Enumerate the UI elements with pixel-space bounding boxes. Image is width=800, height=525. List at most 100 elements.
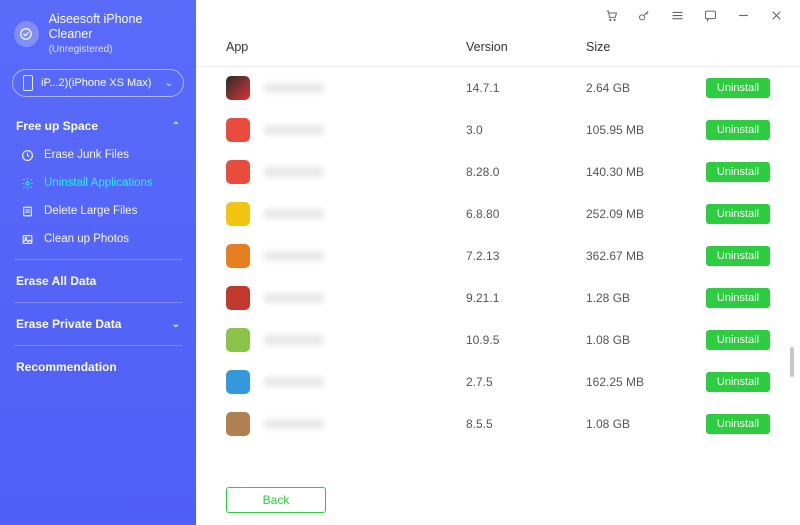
cell-version: 6.8.80 bbox=[466, 207, 586, 221]
cell-version: 10.9.5 bbox=[466, 333, 586, 347]
nav-section-label: Free up Space bbox=[16, 119, 98, 133]
col-header-size: Size bbox=[586, 40, 706, 54]
table-row: 7.2.13362.67 MBUninstall bbox=[196, 235, 800, 277]
brand-block: Aiseesoft iPhone Cleaner (Unregistered) bbox=[0, 12, 196, 69]
menu-icon[interactable] bbox=[670, 8, 685, 23]
key-icon[interactable] bbox=[637, 8, 652, 23]
app-icon bbox=[226, 412, 250, 436]
chevron-up-icon: ⌃ bbox=[172, 121, 180, 132]
chevron-down-icon: ⌄ bbox=[165, 78, 173, 89]
cell-version: 9.21.1 bbox=[466, 291, 586, 305]
app-icon bbox=[226, 202, 250, 226]
app-name-blurred bbox=[264, 377, 324, 387]
app-icon bbox=[226, 244, 250, 268]
app-logo-icon bbox=[14, 21, 39, 47]
uninstall-button[interactable]: Uninstall bbox=[706, 330, 770, 350]
table-row: 14.7.12.64 GBUninstall bbox=[196, 67, 800, 109]
nav-section-label: Erase All Data bbox=[16, 274, 96, 288]
cell-size: 105.95 MB bbox=[586, 123, 706, 137]
footer-bar: Back bbox=[196, 475, 800, 525]
cell-version: 8.5.5 bbox=[466, 417, 586, 431]
nav-section-free-up-space[interactable]: Free up Space ⌃ bbox=[0, 111, 196, 141]
device-label: iP...2)(iPhone XS Max) bbox=[41, 77, 165, 89]
cell-size: 140.30 MB bbox=[586, 165, 706, 179]
app-icon bbox=[226, 286, 250, 310]
app-name-blurred bbox=[264, 251, 324, 261]
uninstall-button[interactable]: Uninstall bbox=[706, 78, 770, 98]
clock-icon bbox=[20, 148, 34, 162]
app-icon bbox=[226, 160, 250, 184]
app-name-blurred bbox=[264, 335, 324, 345]
uninstall-button[interactable]: Uninstall bbox=[706, 288, 770, 308]
uninstall-button[interactable]: Uninstall bbox=[706, 162, 770, 182]
table-row: 3.0105.95 MBUninstall bbox=[196, 109, 800, 151]
table-header: App Version Size bbox=[196, 30, 800, 67]
app-name-blurred bbox=[264, 125, 324, 135]
cell-size: 1.08 GB bbox=[586, 333, 706, 347]
app-list[interactable]: 14.7.12.64 GBUninstall3.0105.95 MBUninst… bbox=[196, 67, 800, 475]
close-icon[interactable] bbox=[769, 8, 784, 23]
sidebar-item-label: Uninstall Applications bbox=[44, 177, 153, 189]
uninstall-button[interactable]: Uninstall bbox=[706, 204, 770, 224]
titlebar bbox=[196, 0, 800, 30]
nav-section-label: Erase Private Data bbox=[16, 317, 121, 331]
uninstall-button[interactable]: Uninstall bbox=[706, 246, 770, 266]
gear-icon bbox=[20, 176, 34, 190]
table-row: 2.7.5162.25 MBUninstall bbox=[196, 361, 800, 403]
sidebar: Aiseesoft iPhone Cleaner (Unregistered) … bbox=[0, 0, 196, 525]
cell-version: 2.7.5 bbox=[466, 375, 586, 389]
cell-size: 1.28 GB bbox=[586, 291, 706, 305]
cell-size: 1.08 GB bbox=[586, 417, 706, 431]
app-icon bbox=[226, 118, 250, 142]
nav-section-erase-private[interactable]: Erase Private Data ⌄ bbox=[0, 309, 196, 339]
device-selector[interactable]: iP...2)(iPhone XS Max) ⌄ bbox=[12, 69, 184, 97]
uninstall-button[interactable]: Uninstall bbox=[706, 414, 770, 434]
nav-section-label: Recommendation bbox=[16, 360, 117, 374]
sidebar-item-label: Erase Junk Files bbox=[44, 149, 129, 161]
sidebar-item-erase-junk[interactable]: Erase Junk Files bbox=[0, 141, 196, 169]
table-row: 6.8.80252.09 MBUninstall bbox=[196, 193, 800, 235]
scrollbar-thumb[interactable] bbox=[790, 347, 794, 377]
minimize-icon[interactable] bbox=[736, 8, 751, 23]
cell-size: 252.09 MB bbox=[586, 207, 706, 221]
table-row: 8.5.51.08 GBUninstall bbox=[196, 403, 800, 445]
sidebar-item-clean-photos[interactable]: Clean up Photos bbox=[0, 225, 196, 253]
cell-size: 362.67 MB bbox=[586, 249, 706, 263]
app-name-blurred bbox=[264, 83, 324, 93]
phone-icon bbox=[23, 75, 33, 91]
chevron-down-icon: ⌄ bbox=[172, 319, 180, 330]
app-icon bbox=[226, 370, 250, 394]
cart-icon[interactable] bbox=[604, 8, 619, 23]
col-header-app: App bbox=[226, 40, 466, 54]
app-name-blurred bbox=[264, 167, 324, 177]
nav-section-recommendation[interactable]: Recommendation bbox=[0, 352, 196, 382]
uninstall-button[interactable]: Uninstall bbox=[706, 372, 770, 392]
sidebar-item-label: Clean up Photos bbox=[44, 233, 129, 245]
app-name-blurred bbox=[264, 209, 324, 219]
main-panel: App Version Size 14.7.12.64 GBUninstall3… bbox=[196, 0, 800, 525]
photo-icon bbox=[20, 232, 34, 246]
divider bbox=[14, 302, 182, 303]
cell-size: 162.25 MB bbox=[586, 375, 706, 389]
feedback-icon[interactable] bbox=[703, 8, 718, 23]
divider bbox=[14, 345, 182, 346]
app-icon bbox=[226, 76, 250, 100]
sidebar-item-uninstall-apps[interactable]: Uninstall Applications bbox=[0, 169, 196, 197]
app-icon bbox=[226, 328, 250, 352]
col-header-version: Version bbox=[466, 40, 586, 54]
table-row: 10.9.51.08 GBUninstall bbox=[196, 319, 800, 361]
app-name-blurred bbox=[264, 293, 324, 303]
cell-version: 7.2.13 bbox=[466, 249, 586, 263]
uninstall-button[interactable]: Uninstall bbox=[706, 120, 770, 140]
cell-version: 3.0 bbox=[466, 123, 586, 137]
divider bbox=[14, 259, 182, 260]
back-button[interactable]: Back bbox=[226, 487, 326, 513]
content-area: App Version Size 14.7.12.64 GBUninstall3… bbox=[196, 30, 800, 525]
cell-version: 8.28.0 bbox=[466, 165, 586, 179]
table-row: 9.21.11.28 GBUninstall bbox=[196, 277, 800, 319]
sidebar-item-label: Delete Large Files bbox=[44, 205, 137, 217]
nav-section-erase-all[interactable]: Erase All Data bbox=[0, 266, 196, 296]
app-title: Aiseesoft iPhone Cleaner bbox=[49, 12, 182, 42]
cell-size: 2.64 GB bbox=[586, 81, 706, 95]
sidebar-item-delete-large[interactable]: Delete Large Files bbox=[0, 197, 196, 225]
